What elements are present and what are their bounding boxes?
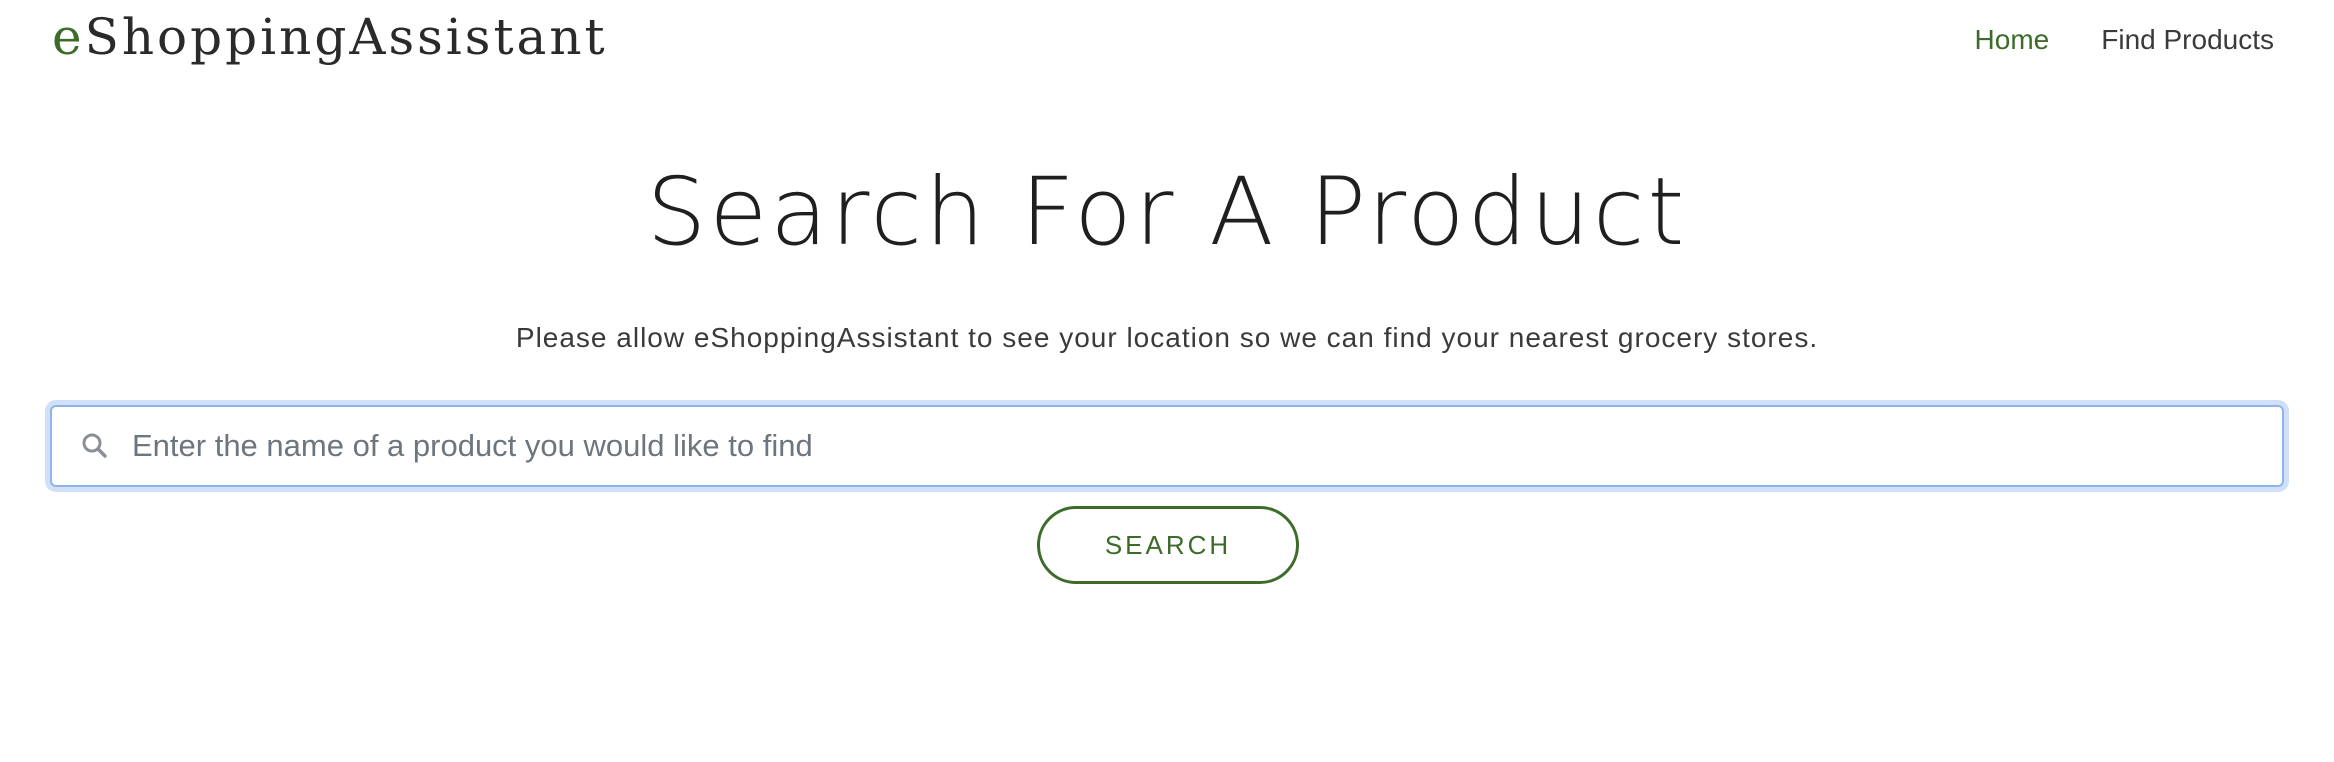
location-notice: Please allow eShoppingAssistant to see y…	[515, 322, 1819, 353]
navbar: eShoppingAssistant Home Find Products	[0, 0, 2334, 90]
brand-name: ShoppingAssistant	[84, 8, 608, 66]
search-button[interactable]: SEARCH	[1037, 506, 1299, 584]
search-input[interactable]	[132, 407, 2262, 485]
nav-home-link[interactable]: Home	[1975, 24, 2050, 56]
nav-find-products-link[interactable]: Find Products	[2101, 24, 2274, 56]
brand-logo[interactable]: eShoppingAssistant	[52, 8, 608, 66]
nav-links: Home Find Products	[1975, 24, 2274, 56]
page: eShoppingAssistant Home Find Products Se…	[0, 0, 2334, 762]
brand-prefix: e	[52, 8, 85, 66]
page-title: Search For A Product	[646, 158, 1688, 267]
search-icon	[80, 431, 110, 461]
search-box[interactable]	[50, 405, 2284, 487]
